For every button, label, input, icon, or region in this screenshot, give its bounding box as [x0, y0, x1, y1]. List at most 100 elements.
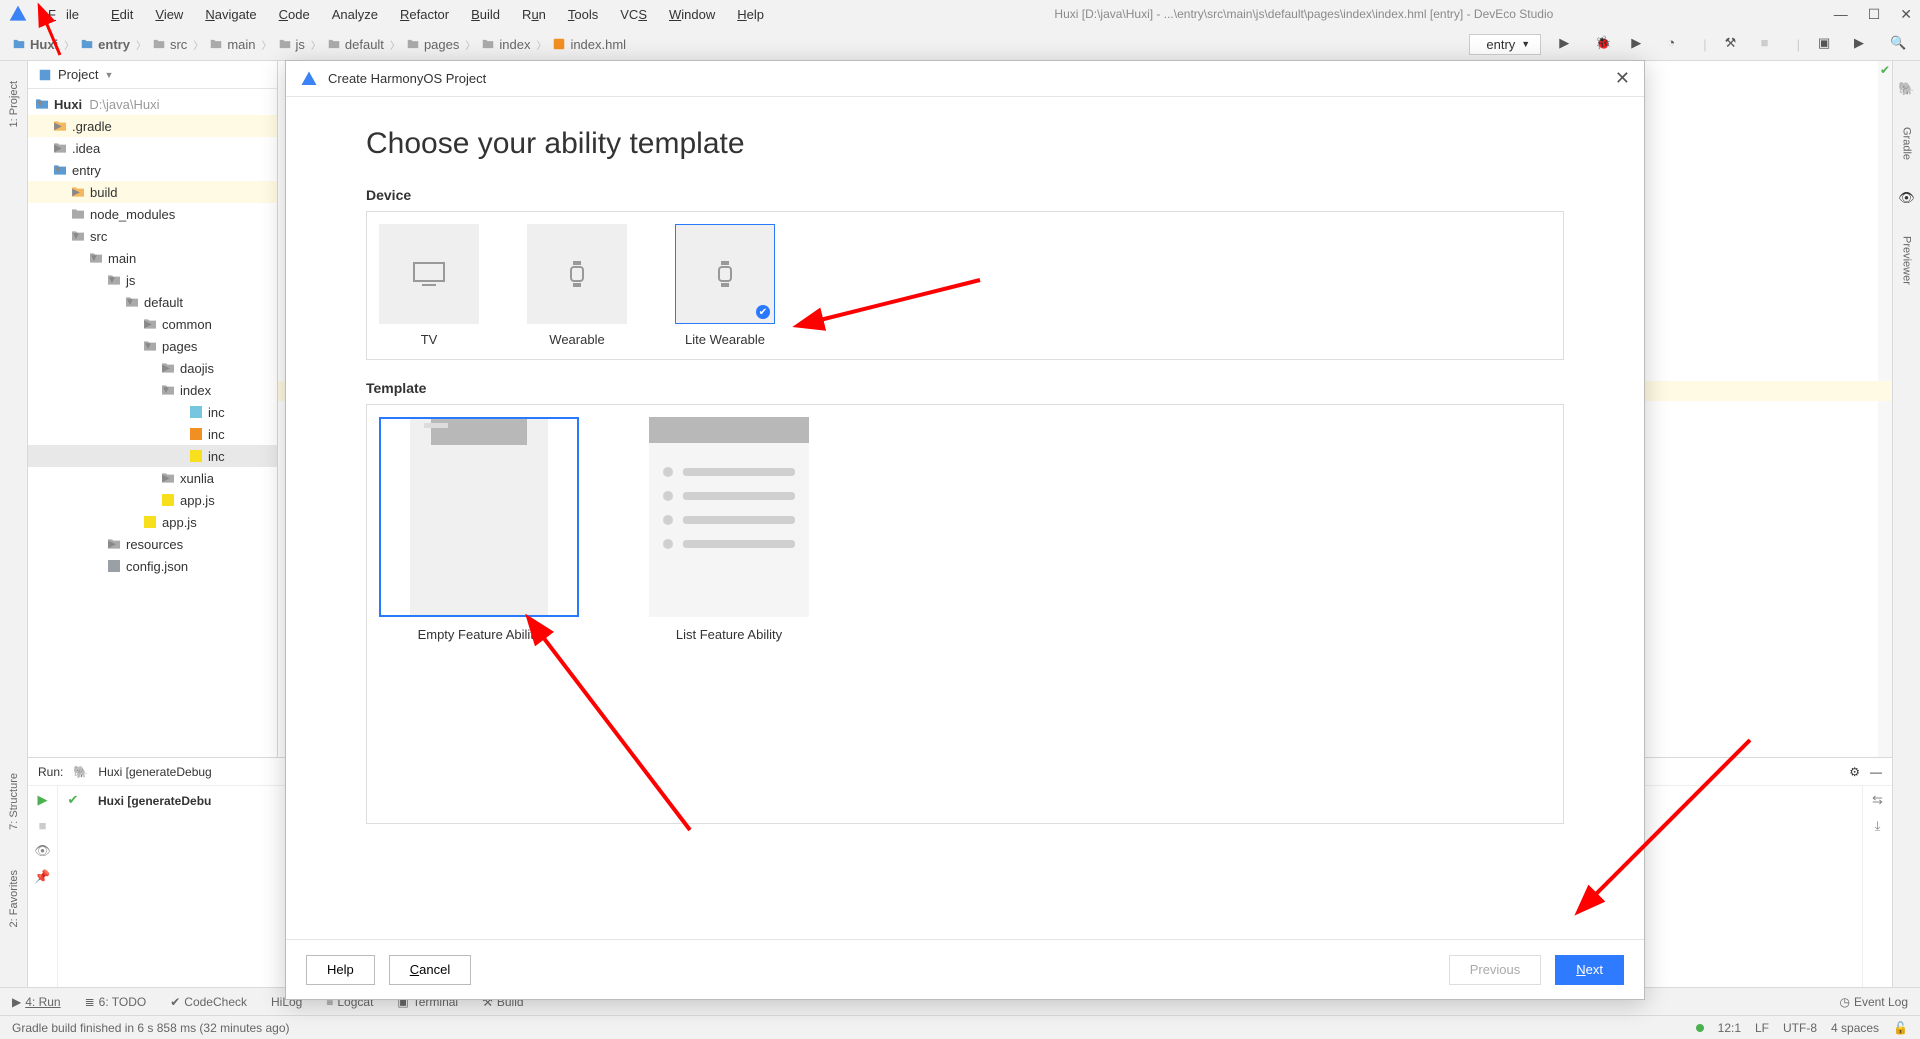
previewer-icon[interactable]: ▶	[1854, 35, 1872, 53]
menu-run[interactable]: Run	[512, 3, 556, 26]
tree-node[interactable]: config.json	[126, 559, 188, 574]
tree-node[interactable]: app.js	[180, 493, 215, 508]
tab-run[interactable]: ▶4: Run	[12, 995, 61, 1009]
status-position[interactable]: 12:1	[1718, 1021, 1741, 1035]
status-lineend[interactable]: LF	[1755, 1021, 1769, 1035]
play-icon[interactable]: ▶	[38, 792, 48, 808]
breadcrumb-item[interactable]: entry	[98, 37, 130, 52]
debug-icon[interactable]: 🐞	[1595, 35, 1613, 53]
template-list[interactable]	[629, 417, 829, 617]
menu-build[interactable]: Build	[461, 3, 510, 26]
tree-node[interactable]: inc	[208, 449, 225, 464]
close-icon[interactable]: ✕	[1615, 68, 1630, 89]
menu-analyze[interactable]: Analyze	[322, 3, 388, 26]
maximize-icon[interactable]: ☐	[1868, 6, 1881, 23]
tree-node[interactable]: src	[90, 229, 107, 244]
stop-icon[interactable]: ■	[1761, 35, 1779, 53]
device-icon[interactable]: ▣	[1818, 35, 1836, 53]
profile-icon[interactable]: ◔	[1667, 35, 1685, 53]
tree-node[interactable]: node_modules	[90, 207, 175, 222]
breadcrumb-item[interactable]: index	[499, 37, 530, 52]
tab-gradle[interactable]: Gradle	[1901, 127, 1913, 160]
folder-icon	[80, 37, 94, 51]
tree-node[interactable]: app.js	[162, 515, 197, 530]
tree-node[interactable]: inc	[208, 427, 225, 442]
collapse-icon[interactable]: ⇆	[1872, 792, 1883, 808]
tree-node[interactable]: .idea	[72, 141, 100, 156]
app-logo-icon	[8, 4, 28, 24]
menu-window[interactable]: Window	[659, 3, 725, 26]
minimize-icon[interactable]: —	[1834, 6, 1848, 23]
next-button[interactable]: Next	[1555, 955, 1624, 985]
help-button[interactable]: Help	[306, 955, 375, 985]
coverage-icon[interactable]: ▶	[1631, 35, 1649, 53]
play-icon[interactable]: ▶	[1559, 35, 1577, 53]
dialog-title-bar[interactable]: Create HarmonyOS Project ✕	[286, 61, 1644, 97]
device-tv[interactable]	[379, 224, 479, 324]
eye-icon[interactable]: 👁	[1898, 190, 1915, 206]
breadcrumb-item[interactable]: index.hml	[570, 37, 626, 52]
gear-icon[interactable]: ⚙	[1849, 765, 1860, 779]
search-icon[interactable]: 🔍	[1890, 35, 1908, 53]
tab-codecheck[interactable]: ✔CodeCheck	[170, 995, 247, 1009]
hammer-icon[interactable]: ⚒	[1725, 35, 1743, 53]
menu-edit[interactable]: Edit	[101, 3, 143, 26]
tab-previewer[interactable]: Previewer	[1901, 236, 1913, 285]
device-lite-wearable[interactable]: ✔	[675, 224, 775, 324]
tree-node[interactable]: common	[162, 317, 212, 332]
tab-project[interactable]: 1: Project	[8, 81, 20, 127]
breadcrumb-item[interactable]: default	[345, 37, 384, 52]
tree-node[interactable]: daojis	[180, 361, 214, 376]
menu-help[interactable]: Help	[727, 3, 774, 26]
cancel-button[interactable]: Cancel	[389, 955, 471, 985]
tree-node[interactable]: js	[126, 273, 135, 288]
window-title: Huxi [D:\java\Huxi] - ...\entry\src\main…	[774, 7, 1834, 21]
tree-node[interactable]: entry	[72, 163, 101, 178]
menu-navigate[interactable]: Navigate	[195, 3, 266, 26]
tree-node[interactable]: .gradle	[72, 119, 112, 134]
menu-code[interactable]: Code	[269, 3, 320, 26]
status-indent[interactable]: 4 spaces	[1831, 1021, 1879, 1035]
tab-eventlog[interactable]: ◷Event Log	[1839, 995, 1908, 1009]
tree-node[interactable]: pages	[162, 339, 197, 354]
breadcrumb-item[interactable]: src	[170, 37, 187, 52]
tree-root[interactable]: Huxi	[54, 97, 82, 112]
folder-icon	[88, 250, 104, 266]
tree-node[interactable]: main	[108, 251, 136, 266]
status-indicator-icon	[1696, 1024, 1704, 1032]
eye-icon[interactable]: 👁	[34, 843, 51, 859]
run-task-label: Huxi [generateDebu	[98, 794, 211, 808]
pin-icon[interactable]: 📌	[34, 869, 50, 885]
menu-tools[interactable]: Tools	[558, 3, 608, 26]
device-wearable[interactable]	[527, 224, 627, 324]
run-config-selector[interactable]: entry ▼	[1469, 34, 1541, 55]
tree-node[interactable]: xunlia	[180, 471, 214, 486]
menu-file[interactable]: File	[38, 3, 99, 26]
minimize-panel-icon[interactable]: —	[1870, 765, 1882, 779]
scroll-icon[interactable]: ⤓	[1875, 818, 1881, 834]
tree-node[interactable]: index	[180, 383, 211, 398]
menu-refactor[interactable]: Refactor	[390, 3, 459, 26]
tab-favorites[interactable]: 2: Favorites	[8, 870, 20, 927]
sidebar-header[interactable]: Project ▼	[28, 61, 277, 89]
tree-node[interactable]: build	[90, 185, 117, 200]
breadcrumb-item[interactable]: Huxi	[30, 37, 58, 52]
gradle-icon[interactable]: 🐘	[1898, 81, 1914, 97]
tree-node[interactable]: default	[144, 295, 183, 310]
left-gutter: 1: Project 7: Structure 2: Favorites	[0, 61, 28, 987]
tree-node[interactable]: resources	[126, 537, 183, 552]
tab-todo[interactable]: ≣6: TODO	[85, 995, 147, 1009]
menu-vcs[interactable]: VCS	[610, 3, 657, 26]
template-empty[interactable]	[379, 417, 579, 617]
breadcrumb-item[interactable]: main	[227, 37, 255, 52]
status-encoding[interactable]: UTF-8	[1783, 1021, 1817, 1035]
lock-icon[interactable]: 🔓	[1893, 1021, 1908, 1035]
stop-icon[interactable]: ■	[39, 818, 47, 833]
tree-node[interactable]: inc	[208, 405, 225, 420]
breadcrumb-item[interactable]: js	[296, 37, 305, 52]
close-icon[interactable]: ✕	[1900, 6, 1912, 23]
menu-view[interactable]: View	[145, 3, 193, 26]
check-icon: ✔	[68, 792, 79, 808]
tab-structure[interactable]: 7: Structure	[8, 773, 20, 830]
breadcrumb-item[interactable]: pages	[424, 37, 459, 52]
